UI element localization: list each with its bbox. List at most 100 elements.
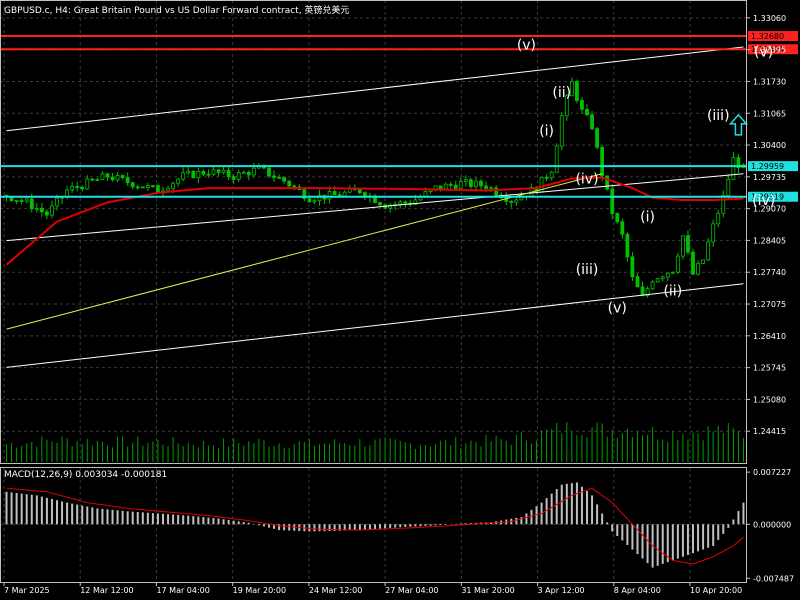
candle-body (554, 145, 559, 173)
x-tick-label: 24 Mar 12:00 (309, 586, 362, 595)
candle-body (221, 169, 226, 173)
wave-labels: (v)(ii)(i)(iv)(iii)(v)(i)(ii)(iii)(v)(iv… (517, 37, 775, 316)
candle-body (463, 179, 468, 182)
candle-body (681, 235, 685, 257)
candle-body (635, 276, 640, 288)
wave-label: (iii) (576, 262, 599, 278)
macd-title: MACD(12,26,9) 0.003034 -0.000181 (4, 470, 167, 480)
candle-body (665, 272, 670, 278)
candle-body (398, 201, 403, 205)
candle-body (474, 180, 478, 187)
candle-body (277, 177, 281, 179)
candle-body (24, 198, 29, 202)
candle-body (549, 171, 554, 179)
candle-body (100, 173, 105, 180)
x-tick-label: 27 Mar 04:00 (385, 586, 438, 595)
chart-title: GBPUSD.c, H4: Great Britain Pound vs US … (4, 4, 349, 16)
candle-body (226, 169, 231, 177)
candle-body (378, 202, 382, 206)
candle-body (282, 177, 287, 182)
candle-body (696, 263, 700, 275)
candle-body (590, 114, 594, 130)
candle-body (125, 177, 130, 183)
candle-body (216, 169, 221, 173)
candle-body (95, 179, 100, 181)
candle-body (130, 182, 135, 188)
candle-body (171, 182, 175, 190)
candle-body (686, 235, 690, 253)
candle-body (469, 179, 473, 187)
candle-body (135, 186, 140, 189)
macd-tick-label: -0.007487 (753, 574, 794, 583)
candle-body (640, 286, 645, 296)
candle-body (166, 188, 170, 192)
candle-body (716, 212, 721, 225)
up-arrow-icon (728, 113, 749, 136)
candle-body (50, 205, 54, 216)
candle-body (711, 223, 716, 243)
wave-label: (i) (640, 210, 655, 226)
candle-body (272, 175, 276, 178)
candle-body (236, 172, 241, 180)
candle-body (34, 208, 39, 210)
candle-body (85, 178, 90, 190)
candle-body (151, 185, 155, 187)
candle-body (660, 276, 665, 280)
candle-body (332, 191, 337, 196)
candle-body (196, 170, 201, 179)
candle-body (80, 186, 85, 190)
candle-body (575, 81, 579, 101)
y-tick-label: 1.27740 (753, 268, 786, 277)
wave-label: (v) (608, 300, 627, 316)
candle-body (206, 173, 211, 176)
candle-body (544, 177, 549, 179)
candle-body (156, 185, 160, 194)
macd-tick-label: 0.007227 (753, 468, 791, 477)
x-tick-label: 19 Mar 20:00 (233, 586, 286, 595)
candle-body (620, 221, 625, 235)
wave-label: (ii) (552, 85, 571, 101)
x-tick-label: 12 Mar 12:00 (80, 586, 133, 595)
candle-body (110, 176, 115, 181)
candle-body (484, 185, 488, 189)
y-tick-label: 1.25080 (753, 395, 786, 404)
candle-body (726, 179, 731, 196)
level-price-label: 1.29959 (751, 162, 784, 171)
candle-body (585, 108, 589, 116)
x-tick-label: 7 Mar 2025 (4, 586, 50, 595)
x-tick-label: 3 Apr 12:00 (538, 586, 585, 595)
candle-body (706, 241, 711, 261)
moving-average-line (5, 176, 744, 266)
macd-frame (0, 467, 747, 583)
macd-tick-label: 0.000000 (753, 520, 791, 529)
candle-body (630, 256, 635, 278)
y-tick-label: 1.27075 (753, 300, 786, 309)
y-tick-label: 1.24415 (753, 427, 786, 436)
candle-body (443, 183, 448, 190)
candle-body (120, 175, 125, 178)
candle-body (186, 170, 191, 174)
candle-body (600, 146, 605, 177)
candle-body (241, 171, 246, 174)
wave-label: (iii) (707, 108, 730, 124)
candle-body (650, 281, 655, 290)
middle-channel (6, 173, 744, 242)
x-tick-label: 31 Mar 20:00 (461, 586, 514, 595)
candle-body (453, 184, 458, 189)
y-tick-label: 1.28405 (753, 236, 786, 245)
x-tick-label: 10 Apr 20:00 (690, 586, 742, 595)
candle-body (580, 100, 584, 110)
candle-body (625, 233, 630, 258)
candle-body (494, 187, 499, 196)
y-tick-label: 1.30400 (753, 141, 786, 150)
candle-body (45, 211, 49, 216)
lower-channel (6, 283, 744, 368)
candle-body (731, 157, 736, 180)
candle-body (292, 185, 297, 188)
candle-body (458, 181, 463, 189)
overlay-lines (5, 46, 744, 368)
candle-body (307, 198, 312, 203)
candle-body (479, 180, 483, 187)
candle-body (403, 201, 408, 204)
macd-indicator (0, 482, 746, 568)
